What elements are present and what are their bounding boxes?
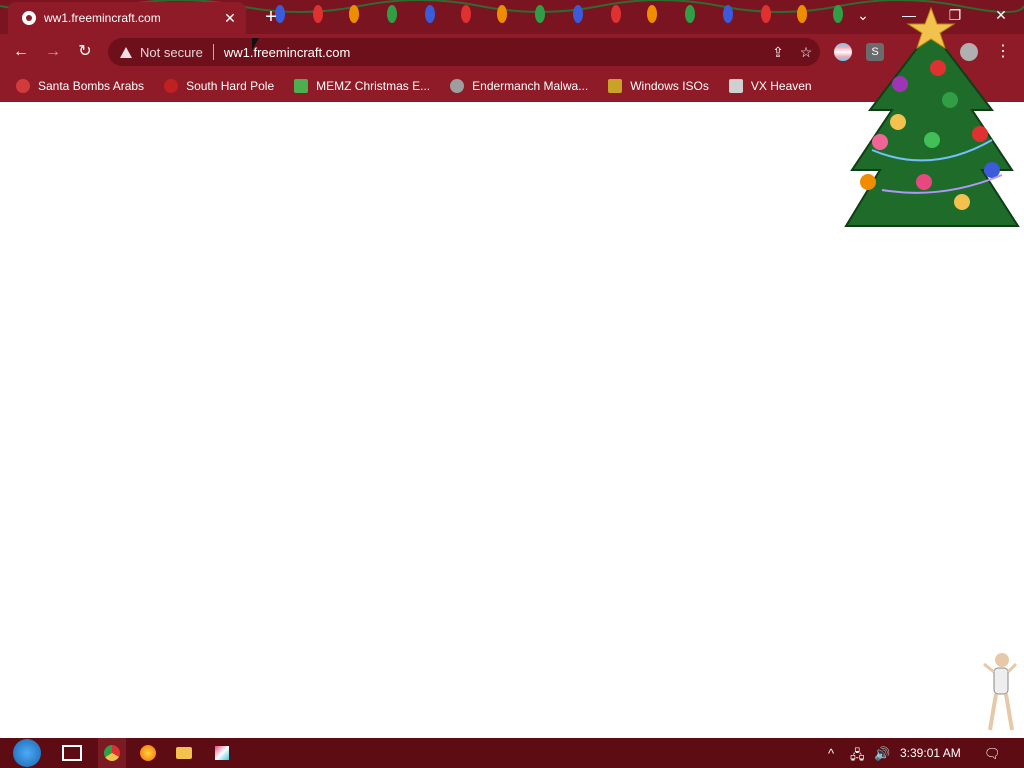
warning-icon[interactable] — [120, 46, 132, 58]
folder-icon — [176, 747, 192, 759]
bookmark-label: Endermanch Malwa... — [472, 79, 589, 93]
bookmark-label: Windows ISOs — [630, 79, 709, 93]
chrome-favicon-icon — [22, 11, 36, 25]
task-view-shape — [62, 745, 82, 761]
bookmark-memz-christmas[interactable]: MEMZ Christmas E... — [290, 74, 434, 98]
windows-logo-icon — [13, 739, 41, 767]
firefox-taskbar-icon[interactable] — [136, 742, 160, 764]
share-icon[interactable]: ⇪ — [764, 44, 792, 61]
windows-isos-icon — [608, 79, 623, 93]
bookmark-star-icon[interactable]: ☆ — [792, 44, 820, 61]
dancing-figure-decoration — [983, 653, 1018, 731]
app-taskbar-icon[interactable] — [210, 742, 234, 764]
bookmark-santa-bombs-arabs[interactable]: Santa Bombs Arabs — [12, 74, 148, 98]
address-bar[interactable]: Not secure ww1.freemincraft.com ⇪ ☆ — [108, 38, 820, 66]
volume-icon[interactable]: 🔊 — [874, 746, 890, 762]
bookmark-label: Santa Bombs Arabs — [38, 79, 145, 93]
firefox-logo-icon — [140, 745, 156, 761]
bookmark-vx-heaven[interactable]: VX Heaven — [725, 74, 816, 98]
bookmark-windows-isos[interactable]: Windows ISOs — [604, 74, 713, 98]
url-field[interactable]: ww1.freemincraft.com — [224, 45, 764, 60]
bookmark-label: MEMZ Christmas E... — [316, 79, 431, 93]
bookmark-south-hard-pole[interactable]: South Hard Pole — [160, 74, 278, 98]
active-tab[interactable]: ww1.freemincraft.com ✕ — [8, 2, 246, 34]
clock[interactable]: 3:39:01 AM — [900, 746, 961, 760]
file-explorer-icon[interactable] — [172, 742, 196, 764]
tab-close-icon[interactable]: ✕ — [220, 10, 240, 27]
tab-title: ww1.freemincraft.com — [44, 11, 161, 25]
network-icon[interactable]: 🖧 — [850, 746, 865, 768]
mouse-cursor-icon — [252, 38, 259, 50]
snowflake-icon — [164, 79, 179, 93]
forward-arrow-icon[interactable]: → — [42, 41, 64, 63]
new-tab-button[interactable]: + — [260, 6, 282, 28]
memz-icon — [294, 79, 309, 93]
start-orb-icon[interactable] — [10, 738, 44, 768]
tray-overflow-icon[interactable]: ^ — [828, 746, 834, 761]
bookmark-endermanch-malware[interactable]: Endermanch Malwa... — [446, 74, 592, 98]
reload-icon[interactable]: ↻ — [74, 41, 96, 63]
santa-icon — [16, 79, 30, 93]
vx-heaven-icon — [728, 79, 743, 93]
omnibox-divider — [212, 44, 214, 60]
notifications-icon[interactable]: 🗨 — [984, 746, 1001, 762]
taskbar: ^ 🖧 🔊 3:39:01 AM 🗨 — [0, 738, 1024, 768]
bookmark-label: South Hard Pole — [186, 79, 275, 93]
chrome-logo-icon — [104, 745, 120, 761]
bookmark-label: VX Heaven — [750, 79, 812, 93]
security-status-text[interactable]: Not secure — [140, 45, 203, 60]
raccoon-icon — [450, 79, 465, 93]
back-arrow-icon[interactable]: ← — [10, 41, 32, 63]
chrome-taskbar-icon[interactable] — [98, 738, 126, 768]
task-view-icon[interactable] — [60, 742, 84, 764]
christmas-tree-decoration — [844, 6, 1020, 227]
app-icon — [215, 746, 229, 760]
